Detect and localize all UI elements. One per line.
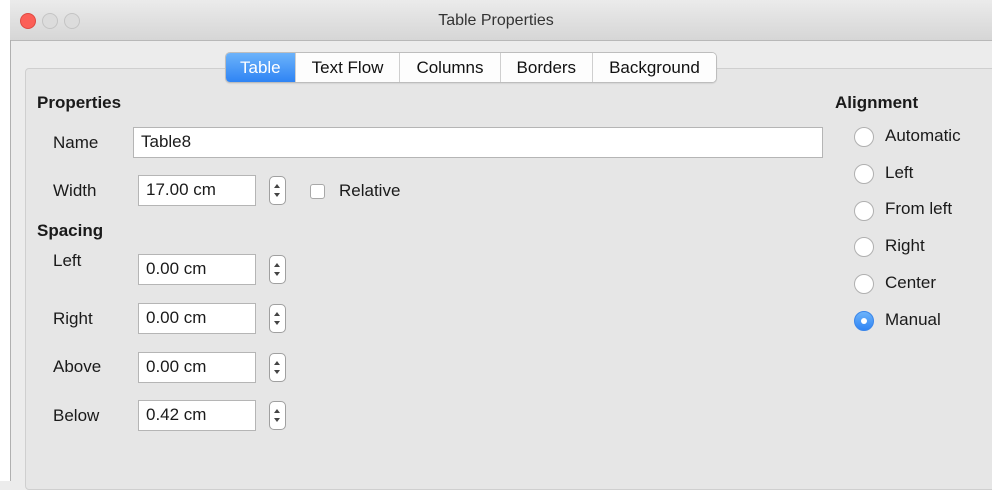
tab-background[interactable]: Background bbox=[593, 53, 716, 82]
spacing-left-label: Left bbox=[53, 251, 82, 270]
window-border bbox=[10, 40, 11, 481]
spacing-above-stepper[interactable] bbox=[269, 353, 286, 382]
alignment-center-label: Center bbox=[885, 273, 937, 292]
width-label: Width bbox=[53, 181, 97, 200]
tab-text-flow[interactable]: Text Flow bbox=[295, 53, 401, 82]
tab-bar: Table Text Flow Columns Borders Backgrou… bbox=[225, 52, 717, 83]
alignment-manual-radio[interactable] bbox=[854, 311, 874, 331]
alignment-manual-label: Manual bbox=[885, 310, 941, 329]
spacing-left-input[interactable]: 0.00 cm bbox=[138, 254, 256, 285]
spacing-above-input[interactable]: 0.00 cm bbox=[138, 352, 256, 383]
relative-checkbox[interactable] bbox=[310, 184, 325, 199]
alignment-automatic-label: Automatic bbox=[885, 126, 961, 145]
width-stepper[interactable] bbox=[269, 176, 286, 205]
alignment-from-left-label: From left bbox=[885, 199, 953, 218]
alignment-right-label: Right bbox=[885, 236, 925, 255]
tab-table[interactable]: Table bbox=[226, 53, 296, 82]
spacing-right-stepper[interactable] bbox=[269, 304, 286, 333]
spacing-right-input[interactable]: 0.00 cm bbox=[138, 303, 256, 334]
width-input[interactable]: 17.00 cm bbox=[138, 175, 256, 206]
name-input[interactable]: Table8 bbox=[133, 127, 823, 158]
spacing-above-label: Above bbox=[53, 357, 102, 376]
spacing-right-label: Right bbox=[53, 309, 93, 328]
alignment-right-radio[interactable] bbox=[854, 237, 874, 257]
spacing-left-stepper[interactable] bbox=[269, 255, 286, 284]
spacing-below-label: Below bbox=[53, 406, 100, 425]
tab-columns[interactable]: Columns bbox=[400, 53, 501, 82]
alignment-automatic-radio[interactable] bbox=[854, 127, 874, 147]
spacing-below-stepper[interactable] bbox=[269, 401, 286, 430]
alignment-from-left-radio[interactable] bbox=[854, 201, 874, 221]
window-title: Table Properties bbox=[438, 12, 554, 29]
alignment-center-radio[interactable] bbox=[854, 274, 874, 294]
relative-label: Relative bbox=[339, 181, 401, 200]
window-frame bbox=[0, 0, 10, 481]
alignment-left-label: Left bbox=[885, 163, 914, 182]
tab-borders[interactable]: Borders bbox=[500, 53, 594, 82]
spacing-below-input[interactable]: 0.42 cm bbox=[138, 400, 256, 431]
alignment-heading: Alignment bbox=[835, 93, 919, 112]
properties-heading: Properties bbox=[37, 93, 122, 112]
alignment-left-radio[interactable] bbox=[854, 164, 874, 184]
spacing-heading: Spacing bbox=[37, 221, 104, 240]
name-label: Name bbox=[53, 133, 99, 152]
